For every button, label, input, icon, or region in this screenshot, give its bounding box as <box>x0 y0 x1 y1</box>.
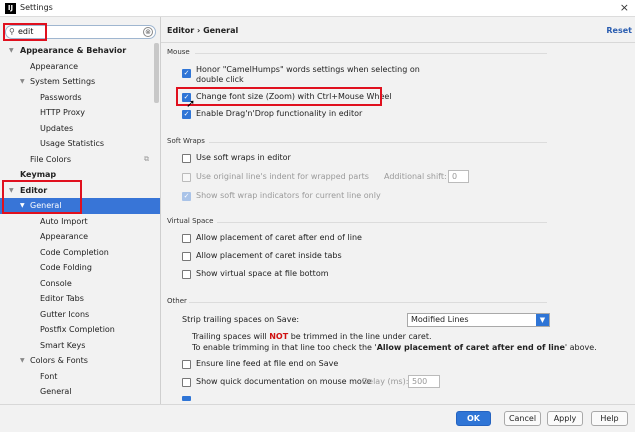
tree-item-auto-import[interactable]: Auto Import <box>40 214 88 230</box>
additional-shift-label: Additional shift: <box>384 172 447 181</box>
dnd-label: Enable Drag'n'Drop functionality in edit… <box>196 109 363 118</box>
tree-item-colors-general[interactable]: General <box>40 384 72 400</box>
line-feed-label: Ensure line feed at file end on Save <box>196 359 339 368</box>
tree-item-console[interactable]: Console <box>40 276 72 292</box>
quick-doc-label: Show quick documentation on mouse move <box>196 377 372 386</box>
section-virtual-space: Virtual Space <box>167 217 214 225</box>
tree-item-usage-statistics[interactable]: Usage Statistics <box>40 136 104 152</box>
soft-wraps-checkbox[interactable] <box>182 154 191 163</box>
partial-checkbox[interactable] <box>182 396 191 401</box>
collapse-arrow-icon[interactable]: ▼ <box>20 74 25 90</box>
tree-item-code-completion[interactable]: Code Completion <box>40 245 109 261</box>
tree-item-code-folding[interactable]: Code Folding <box>40 260 92 276</box>
project-level-icon: ⧉ <box>144 154 149 163</box>
header-divider <box>161 42 635 43</box>
wrap-indicators-label: Show soft wrap indicators for current li… <box>196 191 381 200</box>
virtual-bottom-label: Show virtual space at file bottom <box>196 269 329 278</box>
dnd-checkbox[interactable]: ✓ <box>182 110 191 119</box>
section-divider <box>189 302 547 303</box>
clear-search-icon[interactable]: ⊗ <box>143 27 153 37</box>
caret-inside-tabs-label: Allow placement of caret inside tabs <box>196 251 342 260</box>
caret-after-end-checkbox[interactable] <box>182 234 191 243</box>
collapse-arrow-icon[interactable]: ▼ <box>20 353 25 369</box>
caret-after-end-label: Allow placement of caret after end of li… <box>196 233 362 242</box>
collapse-arrow-icon[interactable]: ▼ <box>9 43 14 59</box>
tree-item-smart-keys[interactable]: Smart Keys <box>40 338 85 354</box>
window-title: Settings <box>20 3 53 12</box>
camelhumps-label-1: Honor "CamelHumps" words settings when s… <box>196 65 420 74</box>
tree-item-http-proxy[interactable]: HTTP Proxy <box>40 105 85 121</box>
cancel-button[interactable]: Cancel <box>504 411 541 426</box>
strip-spaces-value: Modified Lines <box>411 315 469 324</box>
tree-item-system-settings[interactable]: ▼ System Settings <box>0 74 154 90</box>
tree-item-appearance-behavior[interactable]: ▼ Appearance & Behavior <box>0 43 154 59</box>
section-divider <box>209 142 547 143</box>
quick-doc-checkbox[interactable] <box>182 378 191 387</box>
soft-wraps-label: Use soft wraps in editor <box>196 153 291 162</box>
ok-button[interactable]: OK <box>456 411 491 426</box>
section-divider <box>217 222 547 223</box>
caret-inside-tabs-checkbox[interactable] <box>182 252 191 261</box>
tree-item-postfix-completion[interactable]: Postfix Completion <box>40 322 115 338</box>
strip-spaces-label: Strip trailing spaces on Save: <box>182 315 300 324</box>
mouse-cursor-icon: ➚ <box>186 97 196 110</box>
original-indent-checkbox[interactable] <box>182 173 191 182</box>
tree-item-editor-appearance[interactable]: Appearance <box>40 229 88 245</box>
section-other: Other <box>167 297 187 305</box>
camelhumps-label-2: double click <box>196 75 244 84</box>
delay-field[interactable]: 500 <box>408 375 440 388</box>
breadcrumb: Editor › General <box>167 26 239 35</box>
zoom-highlight-box <box>176 87 382 106</box>
tree-item-passwords[interactable]: Passwords <box>40 90 82 106</box>
chevron-down-icon[interactable]: ▼ <box>536 314 549 326</box>
original-indent-label: Use original line's indent for wrapped p… <box>196 172 369 181</box>
tree-item-appearance[interactable]: Appearance <box>30 59 78 75</box>
camelhumps-checkbox[interactable]: ✓ <box>182 69 191 78</box>
virtual-bottom-checkbox[interactable] <box>182 270 191 279</box>
wrap-indicators-checkbox[interactable]: ✓ <box>182 192 191 201</box>
section-divider <box>195 53 547 54</box>
sidebar-scrollbar[interactable] <box>154 43 159 103</box>
editor-highlight-box <box>2 180 82 214</box>
apply-button[interactable]: Apply <box>547 411 583 426</box>
title-bar: IJ Settings × <box>0 0 635 17</box>
trailing-note-2: To enable trimming in that line too chec… <box>192 343 597 352</box>
close-icon[interactable]: × <box>620 1 629 14</box>
strip-spaces-select[interactable]: Modified Lines ▼ <box>407 313 550 327</box>
search-highlight-box <box>3 23 47 41</box>
settings-content: Editor › General Reset Mouse ✓ Honor "Ca… <box>161 17 635 404</box>
tree-item-gutter-icons[interactable]: Gutter Icons <box>40 307 89 323</box>
section-soft-wraps: Soft Wraps <box>167 137 205 145</box>
section-mouse: Mouse <box>167 48 190 56</box>
delay-label: Delay (ms): <box>362 377 409 386</box>
tree-item-colors-fonts[interactable]: ▼ Colors & Fonts <box>0 353 154 369</box>
trailing-note-1: Trailing spaces will NOT be trimmed in t… <box>192 332 432 341</box>
additional-shift-field[interactable]: 0 <box>448 170 469 183</box>
tree-item-updates[interactable]: Updates <box>40 121 73 137</box>
help-button[interactable]: Help <box>591 411 628 426</box>
settings-sidebar: ⚲ edit ⊗ ▼ Appearance & Behavior Appearan… <box>0 17 161 404</box>
dialog-footer: OK Cancel Apply Help <box>0 404 635 432</box>
app-logo-icon: IJ <box>5 3 16 14</box>
tree-item-editor-tabs[interactable]: Editor Tabs <box>40 291 84 307</box>
reset-link[interactable]: Reset <box>606 26 632 35</box>
tree-item-font[interactable]: Font <box>40 369 57 385</box>
line-feed-checkbox[interactable] <box>182 360 191 369</box>
tree-item-file-colors[interactable]: File Colors ⧉ <box>0 152 154 168</box>
